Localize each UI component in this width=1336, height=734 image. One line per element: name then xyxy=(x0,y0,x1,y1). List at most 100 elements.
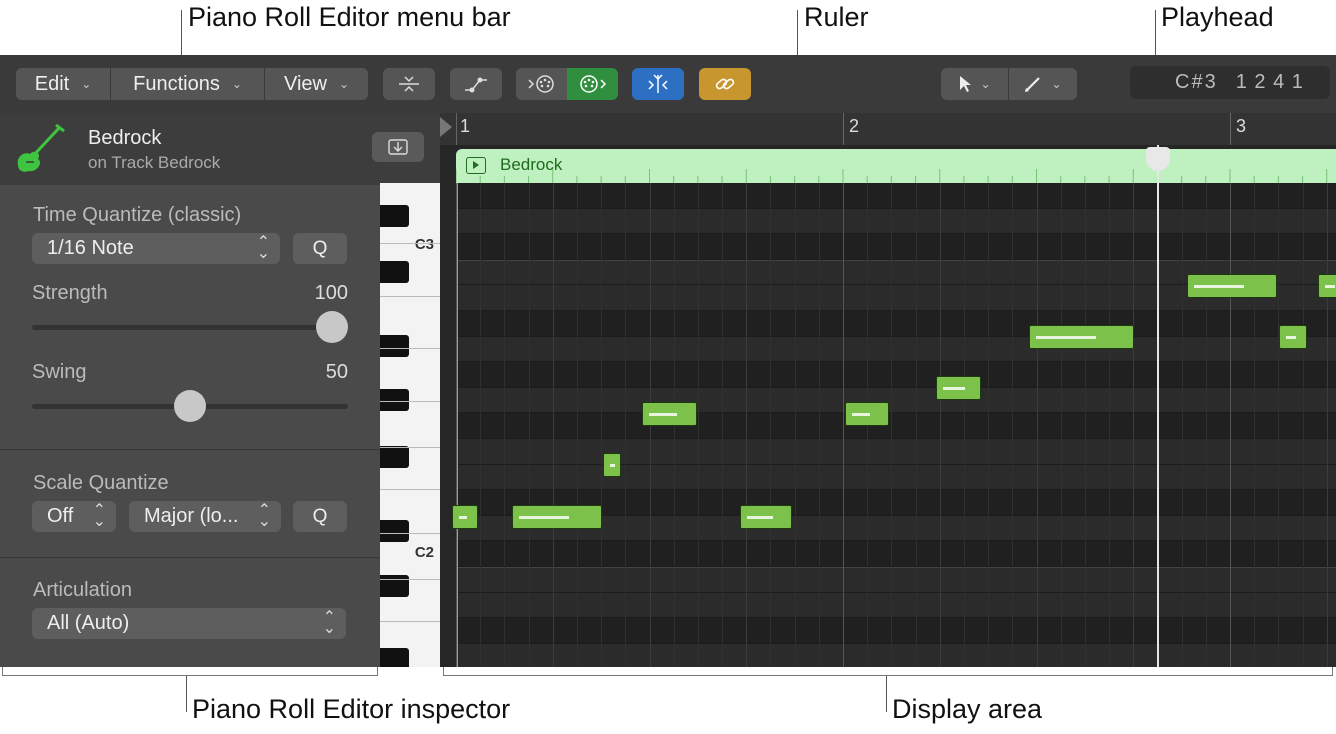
pointer-tool-menu[interactable]: ⌄ xyxy=(941,68,1008,100)
time-quantize-popup[interactable]: 1/16 Note ⌃ ⌄ xyxy=(32,233,280,264)
piano-keyboard[interactable]: C3 C2 xyxy=(380,183,440,667)
white-key-divider xyxy=(380,533,440,534)
grid-line xyxy=(697,183,699,667)
midi-note[interactable] xyxy=(740,505,792,529)
automation-curve-icon xyxy=(465,77,487,93)
lcd-position: 1 2 4 1 xyxy=(1235,71,1304,93)
time-quantize-label: Time Quantize (classic) xyxy=(33,204,242,226)
velocity-bar xyxy=(1325,285,1335,288)
white-key-divider xyxy=(380,348,440,349)
midi-out-icon xyxy=(527,75,554,93)
grid-line xyxy=(1230,183,1231,667)
strength-slider-knob[interactable] xyxy=(316,311,348,343)
time-quantize-q-button[interactable]: Q xyxy=(293,233,347,264)
pitch-row xyxy=(458,541,1336,567)
midi-note[interactable] xyxy=(1187,274,1277,298)
midi-note[interactable] xyxy=(1029,325,1134,349)
black-key[interactable] xyxy=(380,520,409,542)
piano-roll-menubar: Edit ⌄ Functions ⌄ View ⌄ ⌄ ⌄ C#3 1 2 4 … xyxy=(0,55,1336,113)
grid-line xyxy=(1302,183,1304,667)
pitch-row xyxy=(458,567,1336,593)
white-key-divider xyxy=(380,401,440,402)
black-key[interactable] xyxy=(380,446,409,468)
import-button[interactable] xyxy=(372,132,424,162)
catch-button[interactable] xyxy=(632,68,684,100)
bass-guitar-icon xyxy=(17,123,65,172)
lcd-note: C#3 xyxy=(1175,71,1218,93)
pitch-row xyxy=(458,387,1336,414)
view-menu[interactable]: View ⌄ xyxy=(265,68,368,100)
display-area[interactable]: Bedrock xyxy=(440,145,1336,667)
callout-menubar: Piano Roll Editor menu bar xyxy=(188,2,511,32)
midi-out-button[interactable] xyxy=(516,68,567,100)
key-label-c3: C3 xyxy=(414,236,434,253)
scale-root-value: Off xyxy=(47,505,74,527)
swing-slider-knob[interactable] xyxy=(174,390,206,422)
grid-line xyxy=(1084,183,1086,667)
view-menu-label: View xyxy=(283,72,327,95)
ruler[interactable]: 1 2 3 xyxy=(440,113,1336,145)
collapse-button[interactable] xyxy=(383,68,435,100)
midi-note[interactable] xyxy=(1279,325,1307,349)
strength-slider[interactable] xyxy=(32,325,348,330)
section-divider xyxy=(0,449,380,450)
midi-note[interactable] xyxy=(452,505,478,529)
scale-quantize-q-button[interactable]: Q xyxy=(293,501,347,532)
import-icon xyxy=(388,139,408,155)
grid-line xyxy=(891,183,893,667)
link-button[interactable] xyxy=(699,68,751,100)
velocity-bar xyxy=(459,516,467,519)
scale-type-popup[interactable]: Major (lo... ⌃ ⌄ xyxy=(129,501,281,532)
midi-note[interactable] xyxy=(936,376,981,400)
grid-line xyxy=(528,183,530,667)
velocity-bar xyxy=(852,413,870,416)
black-key[interactable] xyxy=(380,648,409,667)
updown-chevron-icon: ⌃ ⌄ xyxy=(257,502,271,530)
black-key[interactable] xyxy=(380,261,409,283)
midi-note[interactable] xyxy=(845,402,889,426)
midi-note[interactable] xyxy=(512,505,602,529)
pitch-row xyxy=(458,643,1336,667)
midi-note[interactable] xyxy=(603,453,621,477)
articulation-popup[interactable]: All (Auto) ⌃ ⌄ xyxy=(32,608,346,639)
articulation-label: Articulation xyxy=(33,579,132,601)
velocity-bar xyxy=(943,387,965,390)
inspector-header: Bedrock on Track Bedrock xyxy=(0,113,440,185)
midi-in-button[interactable] xyxy=(567,68,618,100)
midi-note[interactable] xyxy=(642,402,697,426)
lcd-display: C#3 1 2 4 1 xyxy=(1130,66,1330,99)
playhead-handle[interactable] xyxy=(1146,147,1170,171)
playhead[interactable] xyxy=(1157,145,1159,667)
region-tick-marks xyxy=(456,169,1328,183)
ruler-start-marker-icon xyxy=(440,117,452,137)
velocity-bar xyxy=(1036,336,1096,339)
black-key[interactable] xyxy=(380,335,409,357)
automation-button[interactable] xyxy=(450,68,502,100)
pitch-row xyxy=(458,464,1336,491)
track-name: Bedrock xyxy=(88,127,162,149)
region-header[interactable]: Bedrock xyxy=(456,149,1336,183)
velocity-bar xyxy=(1194,285,1244,288)
grid-line xyxy=(1254,183,1256,667)
grid-line xyxy=(1326,183,1328,667)
updown-chevron-icon: ⌃ ⌄ xyxy=(322,609,336,637)
pitch-row xyxy=(458,234,1336,260)
midi-note[interactable] xyxy=(1318,274,1336,298)
pitch-row xyxy=(458,208,1336,235)
link-icon xyxy=(715,78,735,90)
scale-type-value: Major (lo... xyxy=(144,505,239,527)
grid-line xyxy=(746,183,748,667)
key-label-c2: C2 xyxy=(414,544,434,561)
grid-line xyxy=(1278,183,1280,667)
tool-menus: ⌄ ⌄ xyxy=(941,68,1077,100)
inspector-bracket xyxy=(2,667,378,676)
grid-line xyxy=(552,183,554,667)
scale-root-popup[interactable]: Off ⌃ ⌄ xyxy=(32,501,116,532)
functions-menu[interactable]: Functions ⌄ xyxy=(111,68,264,100)
pencil-tool-menu[interactable]: ⌄ xyxy=(1009,68,1076,100)
edit-menu[interactable]: Edit ⌄ xyxy=(16,68,110,100)
black-key[interactable] xyxy=(380,205,409,227)
piano-roll-inspector: Time Quantize (classic) 1/16 Note ⌃ ⌄ Q S… xyxy=(0,185,380,667)
black-key[interactable] xyxy=(380,389,409,411)
pitch-row xyxy=(458,183,1336,209)
